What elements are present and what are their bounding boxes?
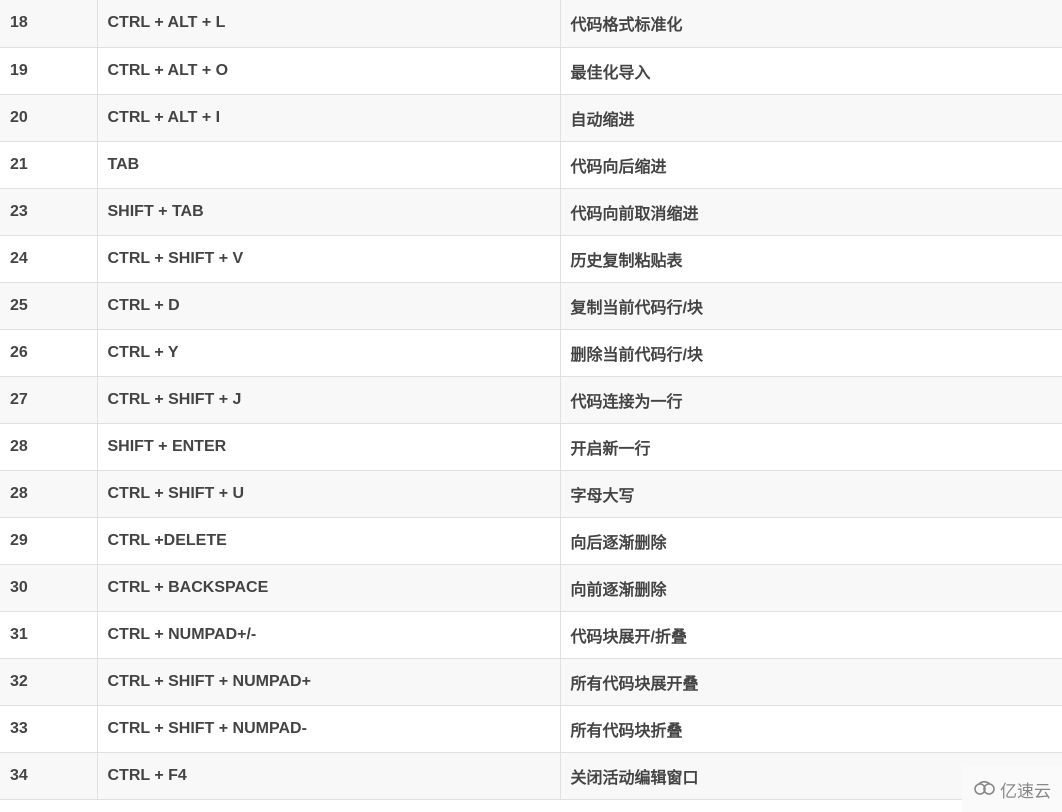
shortcut-description: 开启新一行 <box>560 423 1062 471</box>
shortcut-description: 所有代码块展开叠 <box>560 658 1062 706</box>
shortcut-keys: CTRL + BACKSPACE <box>97 564 561 612</box>
table-row: 20 CTRL + ALT + I 自动缩进 <box>0 94 1062 142</box>
shortcut-description: 字母大写 <box>560 470 1062 518</box>
row-number: 25 <box>0 282 98 330</box>
table-row: 33 CTRL + SHIFT + NUMPAD- 所有代码块折叠 <box>0 705 1062 753</box>
row-number: 24 <box>0 235 98 283</box>
table-row: 26 CTRL + Y 删除当前代码行/块 <box>0 329 1062 377</box>
shortcut-description: 自动缩进 <box>560 94 1062 142</box>
shortcut-table: 18 CTRL + ALT + L 代码格式标准化 19 CTRL + ALT + O最… <box>0 0 1062 800</box>
row-number: 34 <box>0 752 98 800</box>
table-row: 31 CTRL + NUMPAD+/- 代码块展开/折叠 <box>0 611 1062 659</box>
shortcut-keys: CTRL +DELETE <box>97 517 561 565</box>
table-row: 30 CTRL + BACKSPACE 向前逐渐删除 <box>0 564 1062 612</box>
shortcut-keys: CTRL + F4 <box>97 752 561 800</box>
table-row: 18 CTRL + ALT + L 代码格式标准化 <box>0 0 1062 48</box>
shortcut-keys: TAB <box>97 141 561 189</box>
row-number: 19 <box>0 47 98 95</box>
shortcut-description: 复制当前代码行/块 <box>560 282 1062 330</box>
row-number: 30 <box>0 564 98 612</box>
watermark-text: 亿速云 <box>1000 781 1051 801</box>
row-number: 20 <box>0 94 98 142</box>
shortcut-keys: CTRL + D <box>97 282 561 330</box>
shortcut-description: 代码块展开/折叠 <box>560 611 1062 659</box>
shortcut-keys: CTRL + SHIFT + U <box>97 470 561 518</box>
table-row: 21 TAB 代码向后缩进 <box>0 141 1062 189</box>
shortcut-description: 代码向前取消缩进 <box>560 188 1062 236</box>
table-row: 27 CTRL + SHIFT + J 代码连接为一行 <box>0 376 1062 424</box>
shortcut-description: 向后逐渐删除 <box>560 517 1062 565</box>
shortcut-description: 代码连接为一行 <box>560 376 1062 424</box>
shortcut-keys: SHIFT + TAB <box>97 188 561 236</box>
row-number: 28 <box>0 470 98 518</box>
shortcut-keys: CTRL + Y <box>97 329 561 377</box>
row-number: 21 <box>0 141 98 189</box>
table-row: 25 CTRL + D 复制当前代码行/块 <box>0 282 1062 330</box>
table-row: 23 SHIFT + TAB 代码向前取消缩进 <box>0 188 1062 236</box>
shortcut-keys: SHIFT + ENTER <box>97 423 561 471</box>
shortcut-description: 历史复制粘贴表 <box>560 235 1062 283</box>
row-number: 27 <box>0 376 98 424</box>
table-row: 29 CTRL +DELETE 向后逐渐删除 <box>0 517 1062 565</box>
row-number: 28 <box>0 423 98 471</box>
shortcut-keys: CTRL + ALT + O <box>97 47 561 95</box>
table-row: 19 CTRL + ALT + O 最佳化导入 <box>0 47 1062 95</box>
shortcut-description: 代码向后缩进 <box>560 141 1062 189</box>
shortcut-description: 所有代码块折叠 <box>560 705 1062 753</box>
table-row: 24 CTRL + SHIFT + V 历史复制粘贴表 <box>0 235 1062 283</box>
table-row: 32 CTRL + SHIFT + NUMPAD+ 所有代码块展开叠 <box>0 658 1062 706</box>
shortcut-description: 最佳化导入 <box>560 47 1062 95</box>
shortcut-description: 代码格式标准化 <box>560 0 1062 48</box>
shortcut-keys: CTRL + ALT + L <box>97 0 561 48</box>
shortcut-keys: CTRL + SHIFT + V <box>97 235 561 283</box>
shortcut-keys: CTRL + SHIFT + J <box>97 376 561 424</box>
table-row: 34 CTRL + F4 关闭活动编辑窗口 <box>0 752 1062 800</box>
table-row: 28 SHIFT + ENTER 开启新一行 <box>0 423 1062 471</box>
shortcut-description: 删除当前代码行/块 <box>560 329 1062 377</box>
row-number: 23 <box>0 188 98 236</box>
row-number: 33 <box>0 705 98 753</box>
row-number: 29 <box>0 517 98 565</box>
shortcut-keys: CTRL + SHIFT + NUMPAD+ <box>97 658 561 706</box>
shortcut-keys: CTRL + NUMPAD+/- <box>97 611 561 659</box>
table-row: 28 CTRL + SHIFT + U 字母大写 <box>0 470 1062 518</box>
shortcut-description: 向前逐渐删除 <box>560 564 1062 612</box>
cloud-logo-icon <box>973 779 997 800</box>
row-number: 31 <box>0 611 98 659</box>
shortcut-keys: CTRL + ALT + I <box>97 94 561 142</box>
row-number: 32 <box>0 658 98 706</box>
row-number: 18 <box>0 0 98 48</box>
shortcut-keys: CTRL + SHIFT + NUMPAD- <box>97 705 561 753</box>
watermark: 亿速云 <box>962 766 1062 812</box>
row-number: 26 <box>0 329 98 377</box>
